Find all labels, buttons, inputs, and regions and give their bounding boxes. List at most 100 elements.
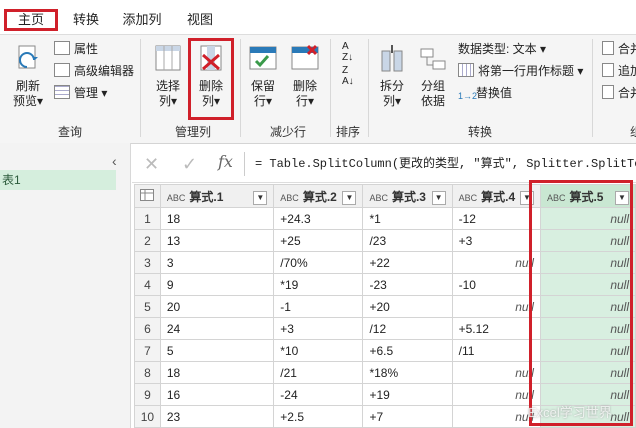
row-number[interactable]: 6	[134, 317, 161, 340]
row-number[interactable]: 8	[134, 361, 161, 384]
confirm-icon[interactable]: ✓	[182, 154, 197, 175]
cancel-icon[interactable]: ✕	[144, 154, 159, 175]
table-cell[interactable]: +20	[362, 295, 453, 318]
replace-values-button[interactable]: 1→2替换值	[458, 85, 512, 101]
table-cell[interactable]: 23	[159, 405, 275, 428]
sort-ascending-button[interactable]: A Z↓	[342, 41, 353, 63]
text-type-icon[interactable]: ABC	[167, 193, 186, 203]
table-cell[interactable]: /21	[273, 361, 364, 384]
filter-dropdown-icon[interactable]: ▼	[615, 190, 629, 205]
table-cell[interactable]: /11	[451, 339, 541, 362]
table-cell[interactable]: 13	[159, 229, 275, 252]
table-cell[interactable]: -23	[362, 273, 453, 296]
table-cell[interactable]: /70%	[273, 251, 364, 274]
formula-input[interactable]: = Table.SplitColumn(更改的类型, "算式", Splitte…	[244, 152, 636, 176]
table-cell[interactable]: 3	[159, 251, 275, 274]
row-number[interactable]: 10	[134, 405, 161, 428]
table-cell[interactable]: null	[451, 251, 541, 274]
filter-dropdown-icon[interactable]: ▼	[253, 190, 268, 205]
group-by-button[interactable]: 分组 依据	[414, 43, 452, 109]
first-row-header-button[interactable]: 将第一行用作标题 ▾	[458, 63, 583, 79]
column-header[interactable]: ABC 算式.2 ▼	[273, 184, 364, 208]
table-cell[interactable]: 9	[159, 273, 275, 296]
table-cell[interactable]: *1	[362, 207, 453, 230]
properties-button[interactable]: 属性	[54, 41, 98, 57]
collapse-pane-icon[interactable]: ‹	[112, 153, 117, 169]
table-cell[interactable]: +3	[451, 229, 541, 252]
merge-queries-button[interactable]: 合并	[602, 41, 636, 57]
query-item[interactable]: 表1	[0, 170, 116, 190]
table-cell[interactable]: +5.12	[451, 317, 541, 340]
data-type-dropdown[interactable]: 数据类型: 文本 ▾	[458, 41, 546, 57]
row-number[interactable]: 2	[134, 229, 161, 252]
manage-button[interactable]: 管理 ▾	[54, 85, 107, 101]
table-cell[interactable]: 16	[159, 383, 275, 406]
table-cell[interactable]: null	[539, 339, 636, 362]
remove-rows-button[interactable]: 删除 行▾	[286, 43, 324, 109]
table-cell[interactable]: null	[539, 361, 636, 384]
column-header[interactable]: ABC 算式.4 ▼	[451, 184, 541, 208]
table-cell[interactable]: -24	[273, 383, 364, 406]
filter-dropdown-icon[interactable]: ▼	[519, 190, 534, 205]
table-cell[interactable]: +25	[273, 229, 364, 252]
table-cell[interactable]: *10	[273, 339, 364, 362]
row-number[interactable]: 7	[134, 339, 161, 362]
table-cell[interactable]: null	[451, 361, 541, 384]
table-cell[interactable]: -12	[451, 207, 541, 230]
select-all-corner[interactable]	[134, 184, 161, 208]
advanced-editor-button[interactable]: 高级编辑器	[54, 63, 134, 79]
text-type-icon[interactable]: ABC	[459, 193, 478, 203]
keep-rows-button[interactable]: 保留 行▾	[244, 43, 282, 109]
table-cell[interactable]: +19	[362, 383, 453, 406]
table-cell[interactable]: null	[539, 229, 636, 252]
table-cell[interactable]: *19	[273, 273, 364, 296]
table-cell[interactable]: +6.5	[362, 339, 453, 362]
table-cell[interactable]: 5	[159, 339, 275, 362]
table-cell[interactable]: null	[451, 295, 541, 318]
table-cell[interactable]: +24.3	[273, 207, 364, 230]
table-cell[interactable]: /12	[362, 317, 453, 340]
sort-descending-button[interactable]: Z A↓	[342, 65, 354, 87]
filter-dropdown-icon[interactable]: ▼	[431, 190, 446, 205]
table-cell[interactable]: 24	[159, 317, 275, 340]
row-number[interactable]: 4	[134, 273, 161, 296]
filter-dropdown-icon[interactable]: ▼	[342, 190, 357, 205]
text-type-icon[interactable]: ABC	[280, 193, 299, 203]
table-cell[interactable]: null	[539, 317, 636, 340]
row-number[interactable]: 9	[134, 383, 161, 406]
row-number[interactable]: 5	[134, 295, 161, 318]
row-number[interactable]: 1	[134, 207, 161, 230]
remove-columns-button[interactable]: 删除 列▾	[193, 43, 229, 109]
combine-files-button[interactable]: 合并	[602, 85, 636, 101]
tab-add-column[interactable]: 添加列	[114, 9, 170, 31]
table-cell[interactable]: +22	[362, 251, 453, 274]
column-header[interactable]: ABC 算式.3 ▼	[362, 184, 453, 208]
text-type-icon[interactable]: ABC	[369, 193, 388, 203]
table-cell[interactable]: null	[539, 295, 636, 318]
choose-columns-button[interactable]: 选择 列▾	[148, 43, 188, 109]
tab-view[interactable]: 视图	[178, 9, 222, 31]
text-type-icon[interactable]: ABC	[547, 193, 566, 203]
separator	[330, 39, 331, 137]
column-header-selected[interactable]: ABC 算式.5 ▼	[539, 184, 636, 208]
column-header[interactable]: ABC 算式.1 ▼	[159, 184, 275, 208]
table-cell[interactable]: -1	[273, 295, 364, 318]
table-cell[interactable]: 20	[159, 295, 275, 318]
table-cell[interactable]: null	[539, 251, 636, 274]
split-column-button[interactable]: 拆分 列▾	[374, 43, 410, 109]
tab-home[interactable]: 主页	[4, 9, 58, 31]
table-cell[interactable]: null	[539, 273, 636, 296]
refresh-preview-button[interactable]: 刷新 预览▾	[8, 43, 48, 109]
table-cell[interactable]: *18%	[362, 361, 453, 384]
row-number[interactable]: 3	[134, 251, 161, 274]
tab-transform[interactable]: 转换	[64, 9, 108, 31]
append-queries-button[interactable]: 追加	[602, 63, 636, 79]
table-cell[interactable]: 18	[159, 207, 275, 230]
table-cell[interactable]: 18	[159, 361, 275, 384]
table-cell[interactable]: +7	[362, 405, 453, 428]
table-cell[interactable]: -10	[451, 273, 541, 296]
table-cell[interactable]: null	[539, 207, 636, 230]
table-cell[interactable]: +3	[273, 317, 364, 340]
table-cell[interactable]: /23	[362, 229, 453, 252]
table-cell[interactable]: +2.5	[273, 405, 364, 428]
